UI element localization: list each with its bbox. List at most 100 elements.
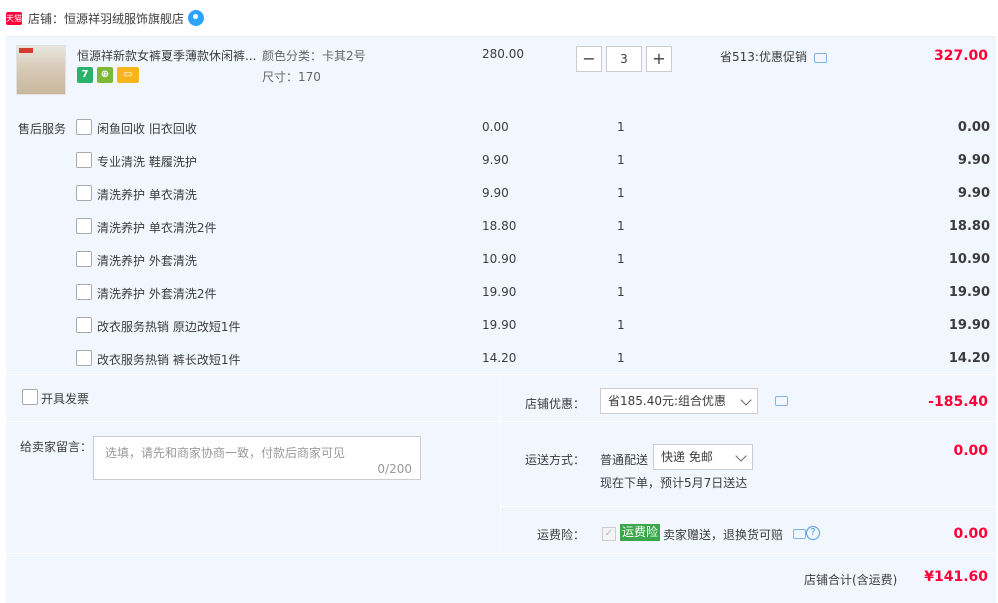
service-checkbox[interactable] bbox=[76, 251, 92, 267]
service-checkbox[interactable] bbox=[76, 350, 92, 366]
insurance-text: 卖家赠送，退换货可赔 bbox=[663, 528, 784, 542]
invoice-checkbox[interactable] bbox=[22, 389, 38, 405]
seven-day-return-icon: 7 bbox=[77, 67, 93, 83]
comment-icon[interactable] bbox=[793, 529, 806, 539]
service-price: 14.20 bbox=[482, 351, 517, 365]
order-summary-panel: 开具发票 给卖家留言： 选填，请先和商家协商一致，付款后商家可见 0/200 店… bbox=[6, 375, 996, 603]
product-thumbnail[interactable] bbox=[16, 45, 66, 95]
service-row: 闲鱼回收 旧衣回收 0.00 1 0.00 bbox=[6, 118, 996, 138]
service-quantity: 1 bbox=[617, 120, 625, 134]
discount-label: 店铺优惠： bbox=[525, 397, 586, 411]
service-name: 清洗养护 单衣清洗 bbox=[97, 188, 197, 202]
service-name: 清洗养护 单衣清洗2件 bbox=[97, 221, 217, 235]
service-checkbox[interactable] bbox=[76, 284, 92, 300]
service-name: 改衣服务热销 裤长改短1件 bbox=[97, 353, 241, 367]
service-checkbox[interactable] bbox=[76, 185, 92, 201]
gift-icon: ⊕ bbox=[97, 67, 113, 83]
sku-color: 颜色分类：卡其2号 bbox=[262, 49, 366, 63]
shop-total-label: 店铺合计(含运费) bbox=[804, 573, 898, 587]
quantity-minus-button[interactable]: − bbox=[576, 46, 602, 72]
service-quantity: 1 bbox=[617, 285, 625, 299]
service-total: 0.00 bbox=[957, 120, 990, 135]
insurance-amount: 0.00 bbox=[953, 526, 988, 542]
insurance-checkbox: ✓ bbox=[602, 527, 616, 541]
product-title-link[interactable]: 恒源祥新款女裤夏季薄款休闲裤... bbox=[77, 47, 256, 64]
service-checkbox[interactable] bbox=[76, 152, 92, 168]
service-checkbox[interactable] bbox=[76, 317, 92, 333]
service-price: 19.90 bbox=[482, 318, 517, 332]
comment-icon[interactable] bbox=[775, 396, 788, 406]
service-name: 清洗养护 外套清洗 bbox=[97, 254, 197, 268]
divider bbox=[501, 506, 996, 507]
chevron-down-icon bbox=[740, 394, 752, 406]
service-quantity: 1 bbox=[617, 351, 625, 365]
service-name: 专业清洗 鞋履洗护 bbox=[97, 155, 197, 169]
quantity-plus-button[interactable]: + bbox=[646, 46, 672, 72]
service-total: 9.90 bbox=[957, 153, 990, 168]
invoice-label[interactable]: 开具发票 bbox=[41, 390, 89, 407]
service-total: 9.90 bbox=[957, 186, 990, 201]
service-quantity: 1 bbox=[617, 153, 625, 167]
discount-selected: 省185.40元:组合优惠 bbox=[608, 394, 727, 408]
message-textarea[interactable]: 选填，请先和商家协商一致，付款后商家可见 0/200 bbox=[93, 436, 421, 480]
service-row: 清洗养护 外套清洗 10.90 1 10.90 bbox=[6, 250, 996, 270]
unit-price: 280.00 bbox=[482, 47, 524, 61]
service-price: 9.90 bbox=[482, 186, 509, 200]
item-total: 327.00 bbox=[933, 48, 988, 64]
insurance-tag: 运费险 bbox=[620, 524, 661, 541]
shipping-label: 运送方式： bbox=[525, 453, 586, 467]
shipping-eta: 现在下单，预计5月7日送达 bbox=[600, 476, 748, 490]
service-checkbox[interactable] bbox=[76, 119, 92, 135]
tmall-logo-icon: 天猫 bbox=[6, 12, 22, 25]
shipping-amount: 0.00 bbox=[953, 443, 988, 459]
quantity-input[interactable]: 3 bbox=[606, 46, 642, 72]
discount-select[interactable]: 省185.40元:组合优惠 bbox=[600, 388, 758, 414]
shipping-method: 普通配送 bbox=[600, 453, 649, 467]
shop-total-amount: ¥141.60 bbox=[924, 569, 988, 585]
message-char-count: 0/200 bbox=[377, 462, 412, 476]
service-price: 10.90 bbox=[482, 252, 517, 266]
service-quantity: 1 bbox=[617, 252, 625, 266]
divider bbox=[501, 421, 996, 422]
service-row: 改衣服务热销 裤长改短1件 14.20 1 14.20 bbox=[6, 349, 996, 369]
service-name: 闲鱼回收 旧衣回收 bbox=[97, 122, 197, 136]
service-total: 10.90 bbox=[948, 252, 990, 267]
service-row: 专业清洗 鞋履洗护 9.90 1 9.90 bbox=[6, 151, 996, 171]
comment-icon[interactable] bbox=[814, 53, 827, 63]
discount-amount: -185.40 bbox=[928, 394, 988, 410]
help-icon[interactable]: ? bbox=[806, 526, 820, 540]
chat-icon[interactable] bbox=[188, 10, 204, 26]
shipping-select[interactable]: 快递 免邮 bbox=[653, 444, 753, 470]
quantity-stepper: − 3 + bbox=[576, 46, 672, 72]
service-row: 改衣服务热销 原边改短1件 19.90 1 19.90 bbox=[6, 316, 996, 336]
service-quantity: 1 bbox=[617, 186, 625, 200]
shop-name-link[interactable]: 店铺：恒源祥羽绒服饰旗舰店 bbox=[28, 10, 184, 27]
divider bbox=[6, 421, 500, 422]
service-row: 清洗养护 外套清洗2件 19.90 1 19.90 bbox=[6, 283, 996, 303]
credit-card-icon: ▭ bbox=[117, 67, 139, 83]
service-row: 清洗养护 单衣清洗2件 18.80 1 18.80 bbox=[6, 217, 996, 237]
divider bbox=[500, 375, 501, 553]
chevron-down-icon bbox=[735, 450, 747, 462]
service-price: 0.00 bbox=[482, 120, 509, 134]
service-checkbox[interactable] bbox=[76, 218, 92, 234]
service-row: 清洗养护 单衣清洗 9.90 1 9.90 bbox=[6, 184, 996, 204]
service-quantity: 1 bbox=[617, 318, 625, 332]
promotion-text: 省513:优惠促销 bbox=[720, 50, 807, 64]
shop-header: 天猫 店铺：恒源祥羽绒服饰旗舰店 bbox=[0, 0, 998, 36]
divider bbox=[6, 553, 996, 554]
order-item-block: 恒源祥新款女裤夏季薄款休闲裤... 7 ⊕ ▭ 颜色分类：卡其2号 尺寸：170… bbox=[6, 36, 996, 374]
service-price: 19.90 bbox=[482, 285, 517, 299]
service-price: 9.90 bbox=[482, 153, 509, 167]
service-total: 14.20 bbox=[948, 351, 990, 366]
message-placeholder: 选填，请先和商家协商一致，付款后商家可见 bbox=[105, 446, 346, 460]
sku-size: 尺寸：170 bbox=[262, 70, 321, 84]
thumbnail-tag bbox=[19, 48, 33, 53]
insurance-label: 运费险： bbox=[537, 528, 586, 542]
service-name: 清洗养护 外套清洗2件 bbox=[97, 287, 217, 301]
service-price: 18.80 bbox=[482, 219, 517, 233]
service-total: 19.90 bbox=[948, 318, 990, 333]
service-total: 19.90 bbox=[948, 285, 990, 300]
service-name: 改衣服务热销 原边改短1件 bbox=[97, 320, 241, 334]
service-quantity: 1 bbox=[617, 219, 625, 233]
